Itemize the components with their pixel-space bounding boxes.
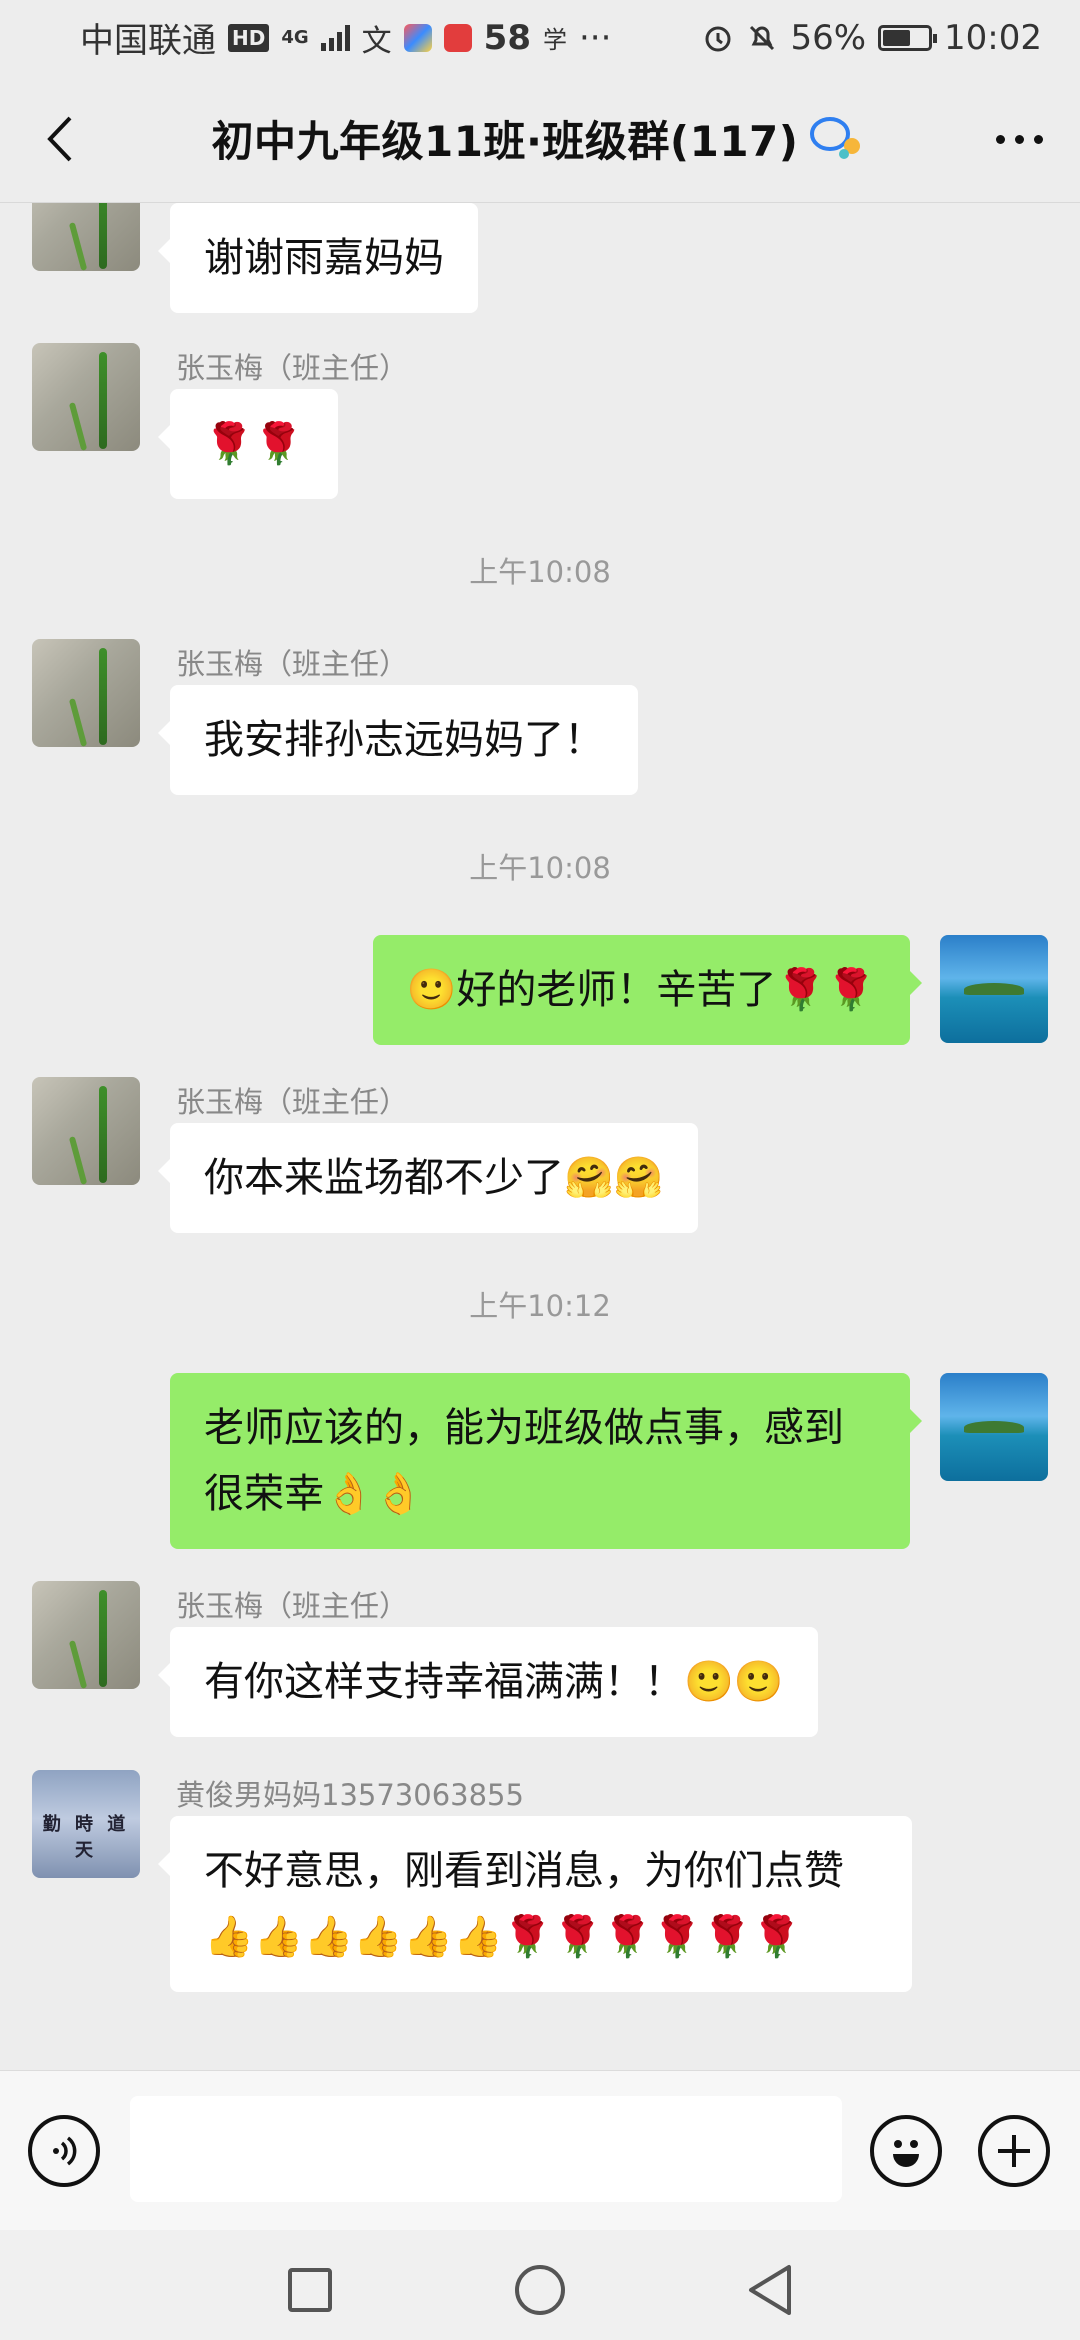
message-input[interactable] <box>130 2096 842 2202</box>
avatar-text: 勤 時 道 天 <box>42 1814 130 1861</box>
avatar[interactable] <box>940 935 1048 1043</box>
system-nav-bar <box>0 2230 1080 2340</box>
message-timestamp: 上午10:08 <box>469 851 611 885</box>
avatar[interactable] <box>940 1373 1048 1481</box>
chevron-left-icon <box>47 116 72 162</box>
input-bar <box>0 2070 1080 2230</box>
home-button[interactable] <box>510 2260 570 2320</box>
emoji-button[interactable] <box>870 2115 942 2187</box>
avatar[interactable] <box>32 639 140 747</box>
voice-icon <box>53 2136 77 2166</box>
circle-icon <box>515 2265 565 2315</box>
more-options-button[interactable] <box>984 109 1054 169</box>
sender-name: 张玉梅（班主任） <box>176 1085 409 1119</box>
avatar[interactable] <box>32 1077 140 1185</box>
battery-icon <box>878 24 938 51</box>
carrier-label: 中国联通 <box>80 21 216 61</box>
message-timestamp: 上午10:12 <box>469 1289 611 1323</box>
alarm-icon <box>705 26 731 51</box>
sender-name: 张玉梅（班主任） <box>176 647 409 681</box>
avatar[interactable] <box>32 1581 140 1689</box>
hd-badge: HD <box>228 23 270 52</box>
avatar[interactable] <box>32 343 140 451</box>
triangle-back-icon <box>749 2265 791 2315</box>
message-bubble[interactable]: 老师应该的，能为班级做点事，感到很荣幸👌👌 <box>170 1373 922 1549</box>
app-icon <box>403 23 432 52</box>
chat-header: 初中九年级11班·班级群(117) <box>0 75 1080 203</box>
translate-icon: 文 <box>361 23 392 59</box>
message-bubble[interactable]: 🌹🌹 <box>158 389 338 499</box>
clock: 10:02 <box>944 17 1042 58</box>
status-left: 中国联通 HD 4G 文 58 学 ··· <box>80 13 611 62</box>
message-timestamp: 上午10:08 <box>469 555 611 589</box>
battery-percent: 56% <box>790 17 867 58</box>
network-type: 4G <box>281 27 309 48</box>
book-icon <box>443 23 472 52</box>
square-icon <box>288 2268 332 2312</box>
chat-messages[interactable]: 谢谢雨嘉妈妈 张玉梅（班主任） 🌹🌹 上午10:08 张玉梅（班主任） 我安排孙… <box>0 203 1080 2070</box>
sender-name: 黄俊男妈妈13573063855 <box>176 1778 524 1812</box>
plus-icon <box>998 2135 1030 2167</box>
mute-bell-icon <box>750 25 775 50</box>
recents-button[interactable] <box>280 2260 340 2320</box>
message-bubble[interactable]: 你本来监场都不少了🤗🤗 <box>158 1123 698 1233</box>
study-icon: 学 <box>542 26 567 54</box>
avatar[interactable]: 勤 時 道 天 <box>32 1770 140 1878</box>
message-bubble[interactable]: 🙂好的老师！辛苦了🌹🌹 <box>372 935 923 1045</box>
add-button[interactable] <box>978 2115 1050 2187</box>
chat-title: 初中九年级11班·班级群(117) <box>212 108 869 169</box>
sender-name: 张玉梅（班主任） <box>176 351 409 385</box>
group-name: 初中九年级11班·班级群(117) <box>211 117 799 166</box>
back-button[interactable] <box>30 109 90 169</box>
status-bar: 中国联通 HD 4G 文 58 学 ··· 56% 10:02 <box>0 0 1080 75</box>
avatar[interactable] <box>32 203 140 271</box>
message-bubble[interactable]: 有你这样支持幸福满满！！🙂🙂 <box>158 1627 818 1737</box>
back-nav-button[interactable] <box>740 2260 800 2320</box>
message-bubble[interactable]: 我安排孙志远妈妈了！ <box>158 685 638 795</box>
emoji-icon <box>893 2140 919 2167</box>
sender-name: 张玉梅（班主任） <box>176 1589 409 1623</box>
app-badge-58: 58 <box>483 17 531 58</box>
status-right: 56% 10:02 <box>702 18 1042 58</box>
signal-icon <box>320 24 350 51</box>
message-bubble[interactable]: 谢谢雨嘉妈妈 <box>158 203 478 313</box>
message-bubble[interactable]: 不好意思，刚看到消息，为你们点赞👍👍👍👍👍👍🌹🌹🌹🌹🌹🌹 <box>158 1816 912 1992</box>
status-more: ··· <box>578 17 612 58</box>
voice-button[interactable] <box>28 2115 100 2187</box>
group-chat-icon <box>810 116 861 159</box>
